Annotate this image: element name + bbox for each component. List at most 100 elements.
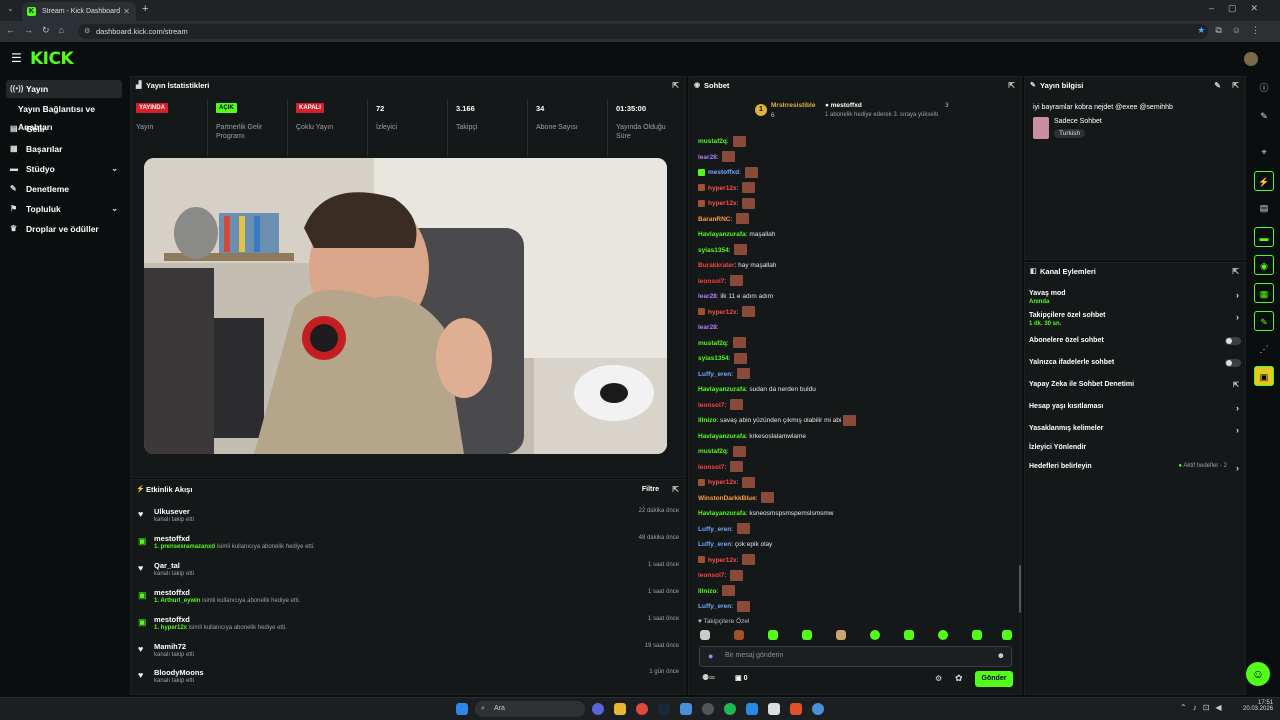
popout-icon[interactable]: ⇱ xyxy=(1008,77,1015,95)
sidebar-item-studyo[interactable]: ▬ Stüdyo ⌄ xyxy=(6,160,122,178)
spotify-icon[interactable] xyxy=(724,703,736,715)
channel-action-item[interactable]: Abonelere özel sohbet xyxy=(1029,337,1243,353)
emote-icon[interactable] xyxy=(836,630,846,640)
sidebar-item-basarilar[interactable]: ▦ Başarılar xyxy=(6,140,122,158)
emote-icon[interactable] xyxy=(904,630,914,640)
help-chat-icon[interactable]: ☺ xyxy=(1246,662,1270,686)
close-tab-icon[interactable]: ✕ xyxy=(123,2,130,21)
share-icon[interactable]: ⋰ xyxy=(1254,339,1274,359)
new-tab-icon[interactable]: + xyxy=(142,3,148,15)
popout-icon[interactable]: ⇱ xyxy=(1232,263,1239,281)
emote-icon[interactable] xyxy=(1002,630,1012,640)
chat-username[interactable]: Luffy_eren xyxy=(698,603,731,610)
emoji-icon[interactable]: ☻ xyxy=(997,651,1005,660)
activity-username[interactable]: Ulkusever xyxy=(154,507,190,516)
sidebar-item-denetleme[interactable]: ✎ Denetleme xyxy=(6,180,122,198)
site-info-icon[interactable]: ⚙ xyxy=(84,24,90,39)
chat-username[interactable]: lllnizo xyxy=(698,417,716,424)
bolt-icon[interactable]: ⚡ xyxy=(1254,171,1274,191)
browser-toolbar-icons[interactable]: ★⧉☺⋮ xyxy=(1197,25,1270,36)
chat-username[interactable]: lear28 xyxy=(698,324,717,331)
activity-username[interactable]: Mamih72 xyxy=(154,642,186,651)
wrench-icon[interactable]: ✎ xyxy=(1254,311,1274,331)
channel-action-item[interactable]: Hesap yaşı kısıtlaması › xyxy=(1029,403,1243,419)
sidebar-item-gelir[interactable]: ▤ Gelir xyxy=(6,120,122,138)
sidebar-item-topluluk[interactable]: ⚑ Topluluk ⌄ xyxy=(6,200,122,218)
pencil-icon[interactable]: ✎ xyxy=(1254,106,1274,126)
activity-item[interactable]: ▣ mestoffxd 1. Arthurl_eywin isimli kullan… xyxy=(136,587,681,614)
steam-icon[interactable] xyxy=(658,703,670,715)
chat-username[interactable]: Luffy_eren xyxy=(698,371,731,378)
discord-icon[interactable] xyxy=(592,703,604,715)
chat-username[interactable]: leonsol7 xyxy=(698,464,724,471)
activity-username[interactable]: BloodyMoons xyxy=(154,668,204,677)
activity-item[interactable]: ♥ Qar_tal kanalı takip etti 1 saat önce xyxy=(136,560,681,587)
broadcast-icon[interactable]: ◉ xyxy=(1254,255,1274,275)
chat-username[interactable]: leonsol7 xyxy=(698,572,724,579)
emote-icon[interactable] xyxy=(768,630,778,640)
activity-item[interactable]: ♥ Mamih72 kanalı takip etti 19 saat önce xyxy=(136,641,681,668)
chat-username[interactable]: syias1354 xyxy=(698,355,729,362)
language-tag[interactable]: Turkish xyxy=(1054,129,1086,138)
chat-username[interactable]: Havlayanzurafa xyxy=(698,386,746,393)
chat-username[interactable]: leonsol7 xyxy=(698,402,724,409)
channel-action-item[interactable]: İzleyici Yönlendir xyxy=(1029,444,1243,460)
bookmark-star-icon[interactable]: ★ xyxy=(1197,25,1215,35)
activity-username[interactable]: mestoffxd xyxy=(154,588,190,597)
clock[interactable]: 17:51 20.03.2026 xyxy=(1243,700,1273,712)
chat-username[interactable]: leonsol7 xyxy=(698,278,724,285)
vscode-icon[interactable] xyxy=(746,703,758,715)
chat-username[interactable]: lear28 xyxy=(698,293,717,300)
channel-action-item[interactable]: Hedefleri belirleyin ● Aktif hedefler - 2… xyxy=(1029,463,1243,479)
document-icon[interactable]: ▤ xyxy=(1254,198,1274,218)
mic-icon[interactable]: ● xyxy=(708,651,713,661)
leaderboard-user-2[interactable]: ● mestoffxd xyxy=(825,102,862,109)
chat-users-icon[interactable]: ⚉∞ xyxy=(702,673,715,682)
activity-item[interactable]: ♥ BloodyMoons kanalı takip etti 1 gün önce xyxy=(136,667,681,694)
info-icon[interactable]: ⓘ xyxy=(1254,78,1274,98)
layout-icon[interactable]: ▦ xyxy=(1254,283,1274,303)
channel-points[interactable]: ▣ 0 xyxy=(735,674,747,682)
chat-username[interactable]: WinstonDarkkBlue xyxy=(698,495,756,502)
toggle-switch[interactable] xyxy=(1225,337,1241,345)
filter-button[interactable]: Filtre xyxy=(642,481,659,499)
chat-username[interactable]: mustaf2q xyxy=(698,448,727,455)
stream-preview-video[interactable] xyxy=(144,158,667,454)
brave-icon[interactable] xyxy=(790,703,802,715)
gift-icon[interactable]: ✿ xyxy=(955,673,963,684)
leaderboard-user-1[interactable]: MrsIrresistible xyxy=(771,102,815,109)
emote-icon[interactable] xyxy=(734,630,744,640)
chat-username[interactable]: Luffy_eren xyxy=(698,541,731,548)
notion-icon[interactable] xyxy=(768,703,780,715)
avatar[interactable] xyxy=(1244,52,1258,66)
activity-username[interactable]: mestoffxd xyxy=(154,615,190,624)
chat-username[interactable]: syias1354 xyxy=(698,247,729,254)
chat-username[interactable]: mustaf2q xyxy=(698,138,727,145)
chrome-icon[interactable] xyxy=(636,703,648,715)
sidebar-item-stream-key[interactable]: Yayın Bağlantısı ve Anahtarı xyxy=(6,100,128,132)
chat-username[interactable]: hyper12x xyxy=(708,479,737,486)
activity-username[interactable]: Qar_tal xyxy=(154,561,180,570)
menu-icon[interactable]: ☰ xyxy=(11,51,22,65)
edit-icon[interactable]: ✎ xyxy=(1214,77,1221,95)
activity-username[interactable]: mestoffxd xyxy=(154,534,190,543)
channel-action-item[interactable]: Takipçilere özel sohbet 1 dk. 30 sn. › xyxy=(1029,312,1243,328)
chat-username[interactable]: mestoffxd xyxy=(708,169,739,176)
chat-input[interactable]: ● Bir mesaj gönderin ☻ xyxy=(699,646,1012,667)
activity-item[interactable]: ♥ Ulkusever kanalı takip etti 22 dakika önc… xyxy=(136,506,681,533)
chat-username[interactable]: hyper12x xyxy=(708,200,737,207)
taskbar-search[interactable]: ⌕ Ara xyxy=(475,701,585,717)
chat-username[interactable]: Burakkrater xyxy=(698,262,735,269)
browser-tab[interactable]: K Stream - Kick Dashboard ✕ xyxy=(22,2,136,21)
chat-scrollbar[interactable] xyxy=(1019,565,1021,613)
url-input[interactable]: ⚙ dashboard.kick.com/stream xyxy=(78,24,1208,39)
chat-settings-icon[interactable]: ⚙ xyxy=(935,674,942,683)
chat-username[interactable]: hyper12x xyxy=(708,309,737,316)
emote-icon[interactable] xyxy=(870,630,880,640)
channel-action-item[interactable]: Yalnızca ifadelerle sohbet xyxy=(1029,359,1243,375)
system-tray-icons[interactable]: ⌃♪⊡◀ xyxy=(1180,703,1228,712)
file-explorer-icon[interactable] xyxy=(614,703,626,715)
chat-username[interactable]: hyper12x xyxy=(708,557,737,564)
emote-icon[interactable] xyxy=(938,630,948,640)
windows-start-icon[interactable] xyxy=(456,703,468,715)
